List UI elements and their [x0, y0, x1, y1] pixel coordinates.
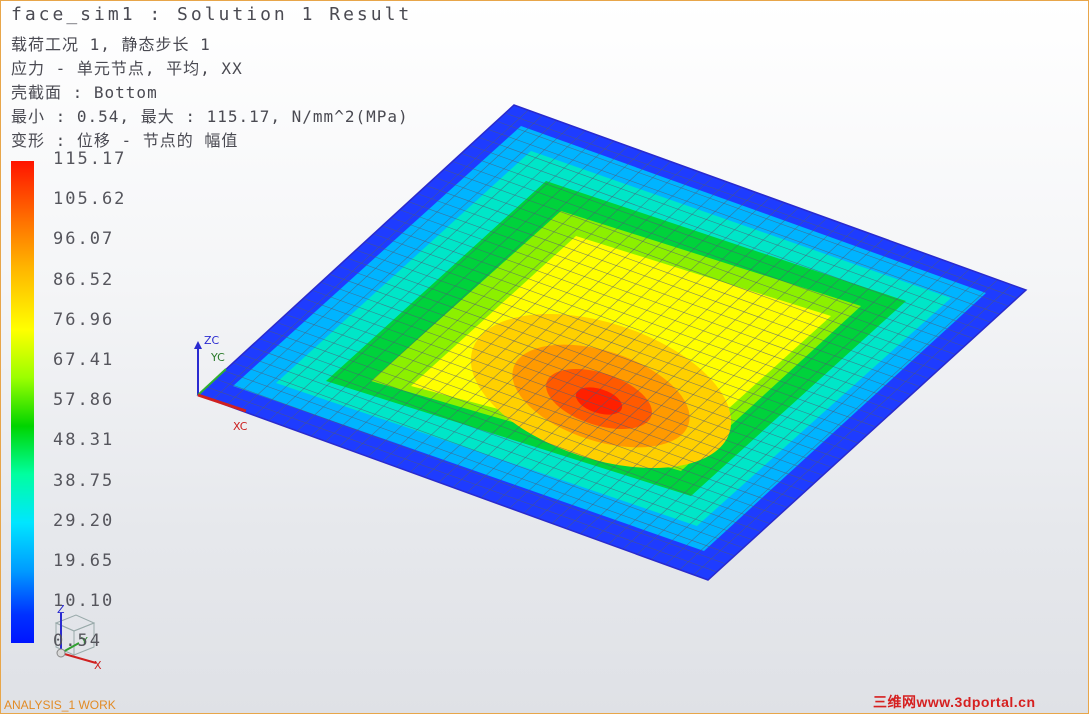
legend-tick-label: 115.17: [53, 149, 127, 169]
deformation-line: 变形 : 位移 - 节点的 幅值: [11, 131, 239, 150]
legend-tick-label: 57.86: [53, 390, 115, 411]
legend-tick-label: 38.75: [53, 470, 115, 491]
legend-tick-label: 67.41: [53, 350, 115, 370]
legend-tick-label: 96.07: [53, 229, 115, 250]
graphics-viewport[interactable]: ZC YC XC Z Y X face_sim1 : Solution 1 Re…: [0, 0, 1089, 714]
work-part-label: ANALYSIS_1 WORK: [4, 698, 116, 712]
min-max-line: 最小 : 0.54, 最大 : 115.17, N/mm^2(MPa): [11, 107, 409, 126]
load-case-line: 载荷工况 1, 静态步长 1: [11, 35, 211, 54]
color-legend-bar: [11, 161, 34, 643]
legend-tick-label: 48.31: [53, 430, 115, 451]
watermark: 三维网www.3dportal.cn: [873, 694, 1036, 710]
zc-axis-label: ZC: [204, 334, 220, 347]
yc-axis-label: YC: [210, 351, 225, 364]
result-title: face_sim1 : Solution 1 Result: [11, 4, 413, 25]
legend-tick-label: 10.10: [53, 591, 115, 612]
shell-section-line: 壳截面 : Bottom: [11, 83, 158, 102]
legend-tick-label: 76.96: [53, 309, 115, 330]
legend-tick-label: 86.52: [53, 269, 115, 290]
legend-tick-label: 19.65: [53, 551, 115, 571]
legend-tick-label: 29.20: [53, 510, 115, 531]
view-x-label: X: [94, 659, 102, 672]
legend-tick-label: 0.54: [53, 631, 102, 652]
legend-tick-label: 105.62: [53, 189, 127, 210]
stress-line: 应力 - 单元节点, 平均, XX: [11, 59, 243, 78]
xc-axis-label: XC: [233, 420, 248, 433]
